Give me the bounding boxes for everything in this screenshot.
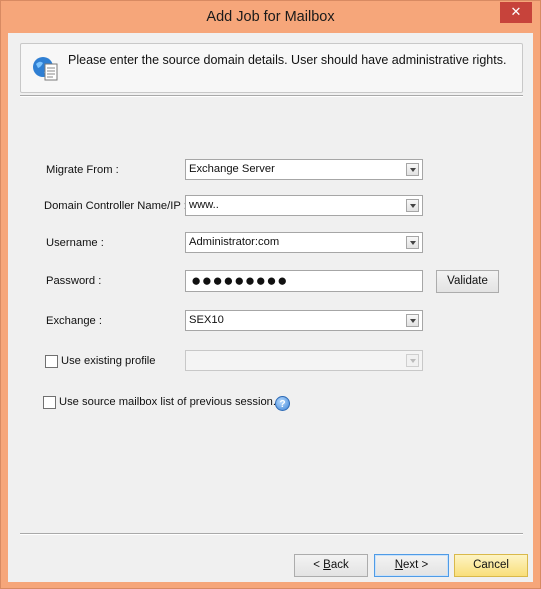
username-value: Administrator:com bbox=[189, 236, 280, 248]
exchange-label: Exchange : bbox=[46, 315, 102, 327]
back-rest: ack bbox=[330, 559, 349, 571]
close-icon: ✕ bbox=[510, 4, 522, 19]
username-label: Username : bbox=[46, 237, 104, 249]
previous-session-checkbox[interactable] bbox=[43, 396, 56, 409]
previous-session-label: Use source mailbox list of previous sess… bbox=[59, 396, 277, 408]
back-hotkey: B bbox=[323, 559, 331, 571]
question-icon[interactable]: ? bbox=[275, 396, 290, 411]
info-banner: Please enter the source domain details. … bbox=[20, 43, 523, 93]
password-field[interactable]: ●●●●●●●●● bbox=[185, 270, 423, 292]
next-rest: ext > bbox=[403, 559, 429, 571]
header-separator bbox=[20, 95, 523, 97]
chevron-down-icon[interactable] bbox=[406, 163, 419, 176]
exchange-value: SEX10 bbox=[189, 314, 224, 326]
existing-profile-label: Use existing profile bbox=[61, 355, 156, 367]
existing-profile-dropdown[interactable] bbox=[185, 350, 423, 371]
title-bar[interactable]: Add Job for Mailbox ✕ bbox=[1, 1, 540, 33]
password-value: ●●●●●●●●● bbox=[191, 271, 288, 290]
validate-button[interactable]: Validate bbox=[436, 270, 499, 293]
migrate-from-label: Migrate From : bbox=[46, 164, 119, 176]
footer-separator bbox=[20, 533, 523, 535]
dialog-window: Add Job for Mailbox ✕ Please enter the s… bbox=[0, 0, 541, 589]
next-hotkey: N bbox=[394, 559, 404, 571]
back-button[interactable]: < Back bbox=[294, 554, 368, 577]
chevron-down-icon[interactable] bbox=[406, 199, 419, 212]
migrate-from-value: Exchange Server bbox=[189, 163, 275, 175]
chevron-down-icon[interactable] bbox=[406, 314, 419, 327]
window-title: Add Job for Mailbox bbox=[206, 9, 335, 25]
password-label: Password : bbox=[46, 275, 102, 287]
migrate-from-dropdown[interactable]: Exchange Server bbox=[185, 159, 423, 180]
next-button[interactable]: Next > bbox=[374, 554, 449, 577]
info-message: Please enter the source domain details. … bbox=[68, 53, 507, 67]
dialog-client-area: Please enter the source domain details. … bbox=[8, 33, 533, 582]
chevron-down-icon[interactable] bbox=[406, 354, 419, 367]
document-globe-icon bbox=[33, 57, 58, 81]
existing-profile-checkbox[interactable] bbox=[45, 355, 58, 368]
back-prefix: < bbox=[313, 559, 324, 571]
domain-controller-label: Domain Controller Name/IP : bbox=[44, 200, 187, 212]
cancel-button[interactable]: Cancel bbox=[454, 554, 528, 577]
chevron-down-icon[interactable] bbox=[406, 236, 419, 249]
exchange-dropdown[interactable]: SEX10 bbox=[185, 310, 423, 331]
username-dropdown[interactable]: Administrator:com bbox=[185, 232, 423, 253]
close-button[interactable]: ✕ bbox=[500, 2, 532, 23]
domain-controller-dropdown[interactable]: www.. bbox=[185, 195, 423, 216]
domain-controller-value: www.. bbox=[189, 199, 219, 211]
